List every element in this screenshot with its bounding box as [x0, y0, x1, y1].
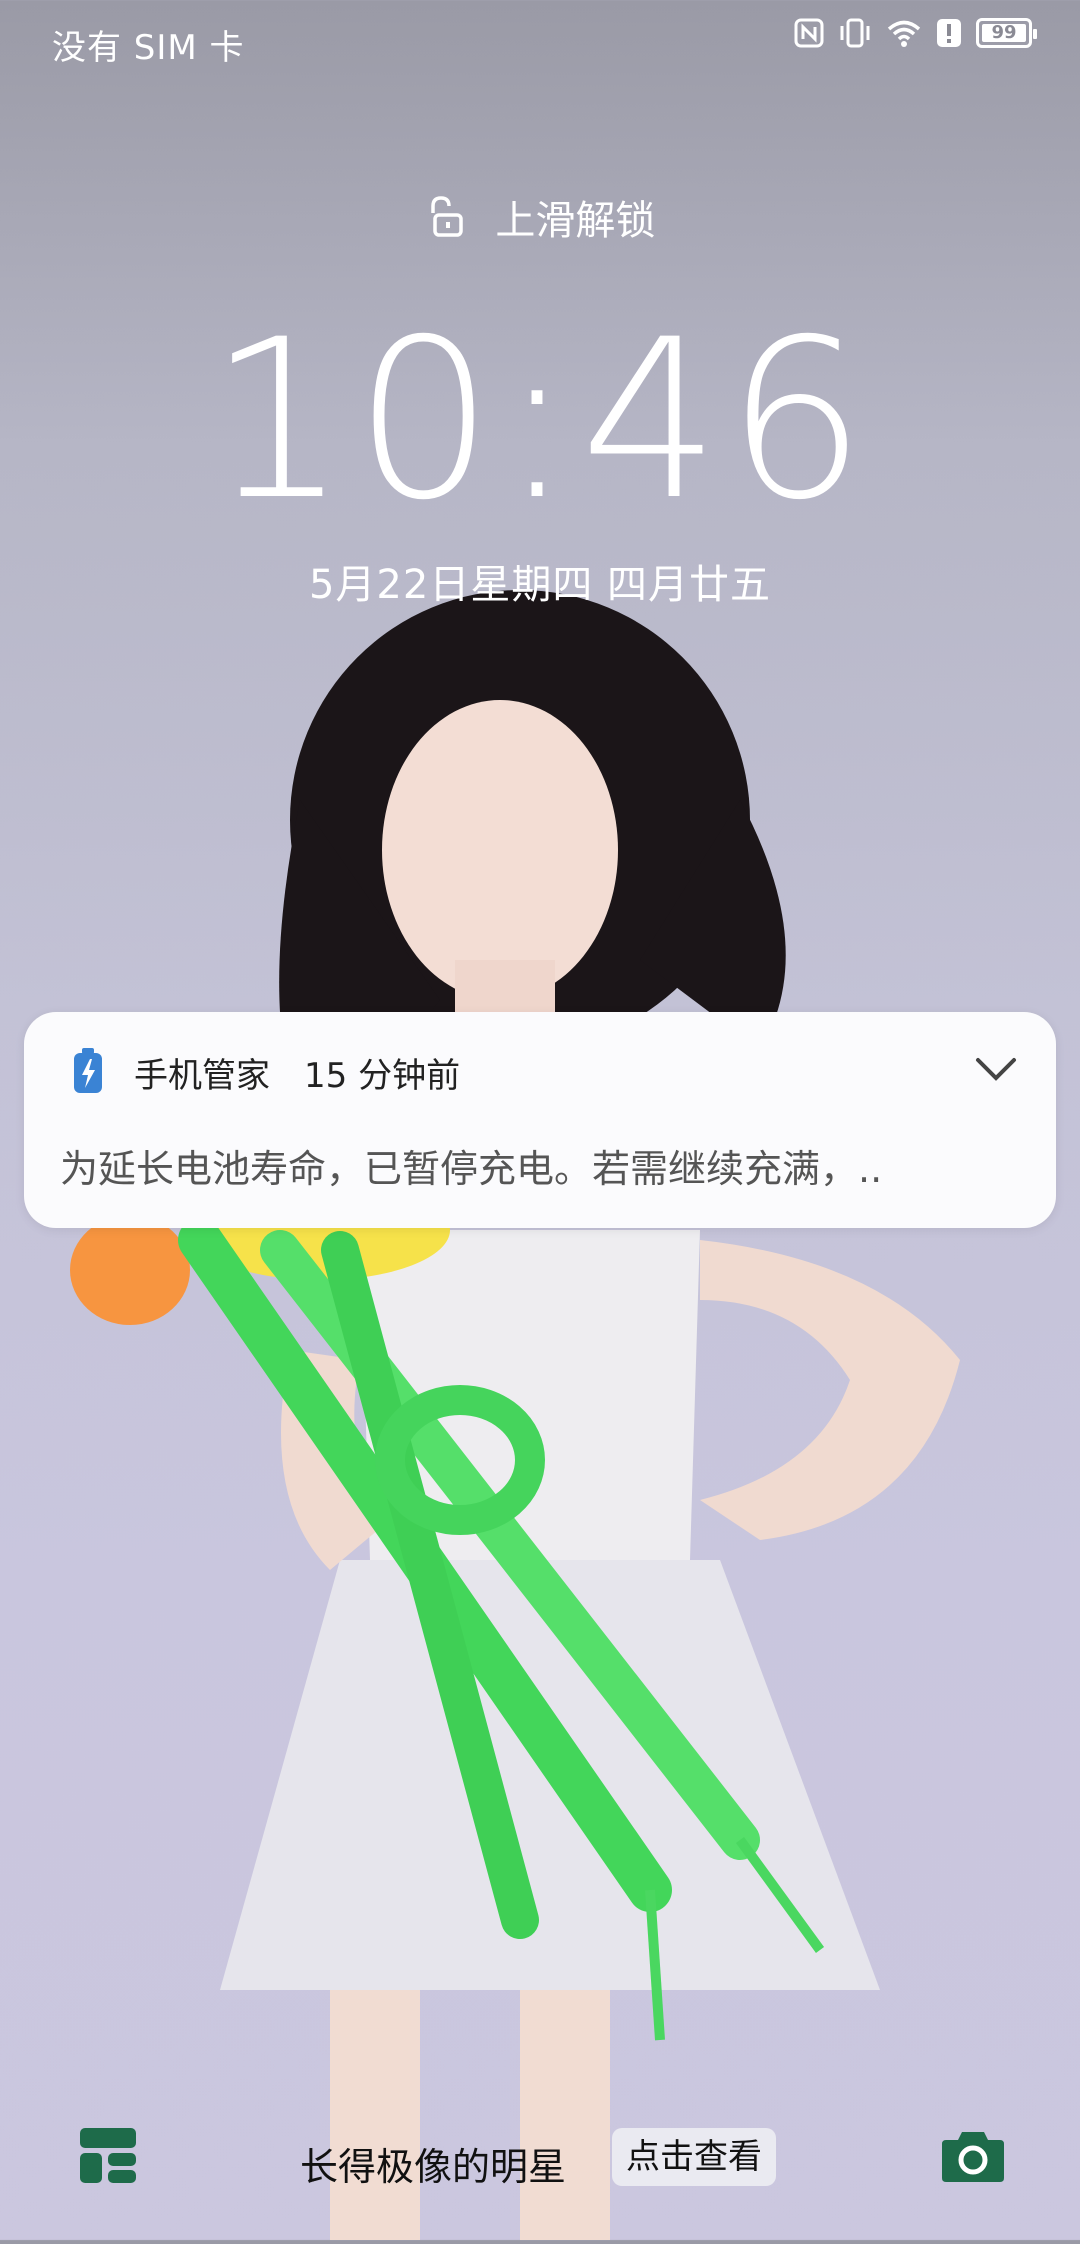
wallpaper-caption: 长得极像的明星 [300, 2145, 567, 2189]
notification-app-name: 手机管家 [134, 1056, 270, 1096]
view-button[interactable]: 点击查看 [612, 2128, 776, 2186]
notification-time: 15 分钟前 [304, 1056, 461, 1096]
bottom-bar: 长得极像的明星 点击查看 [0, 2100, 1080, 2240]
status-bar: 没有 SIM 卡 99 [0, 0, 1080, 80]
battery-charging-icon [74, 1048, 102, 1093]
widget-icon[interactable] [78, 2126, 138, 2186]
chevron-down-icon[interactable] [974, 1056, 1018, 1082]
date-label: 5月22日星期四 四月廿五 [308, 562, 772, 608]
wifi-icon [887, 20, 921, 47]
unlock-hint[interactable]: 上滑解锁 [0, 188, 1080, 246]
battery-icon: 99 [976, 18, 1037, 48]
notification-body: 为延长电池寿命，已暂停充电。若需继续充满，.. [60, 1147, 883, 1191]
battery-level: 99 [991, 22, 1017, 43]
clock: 10:46 [207, 292, 872, 548]
alert-icon [937, 19, 961, 47]
unlock-icon [430, 196, 463, 237]
vibrate-icon [840, 18, 870, 48]
nfc-icon [794, 18, 824, 48]
status-icons: 99 [794, 18, 1037, 48]
unlock-label: 上滑解锁 [495, 198, 656, 244]
carrier-label: 没有 SIM 卡 [52, 28, 245, 68]
notification-card[interactable]: 手机管家 15 分钟前 为延长电池寿命，已暂停充电。若需继续充满，.. [24, 1012, 1056, 1228]
camera-icon[interactable] [940, 2128, 1006, 2184]
